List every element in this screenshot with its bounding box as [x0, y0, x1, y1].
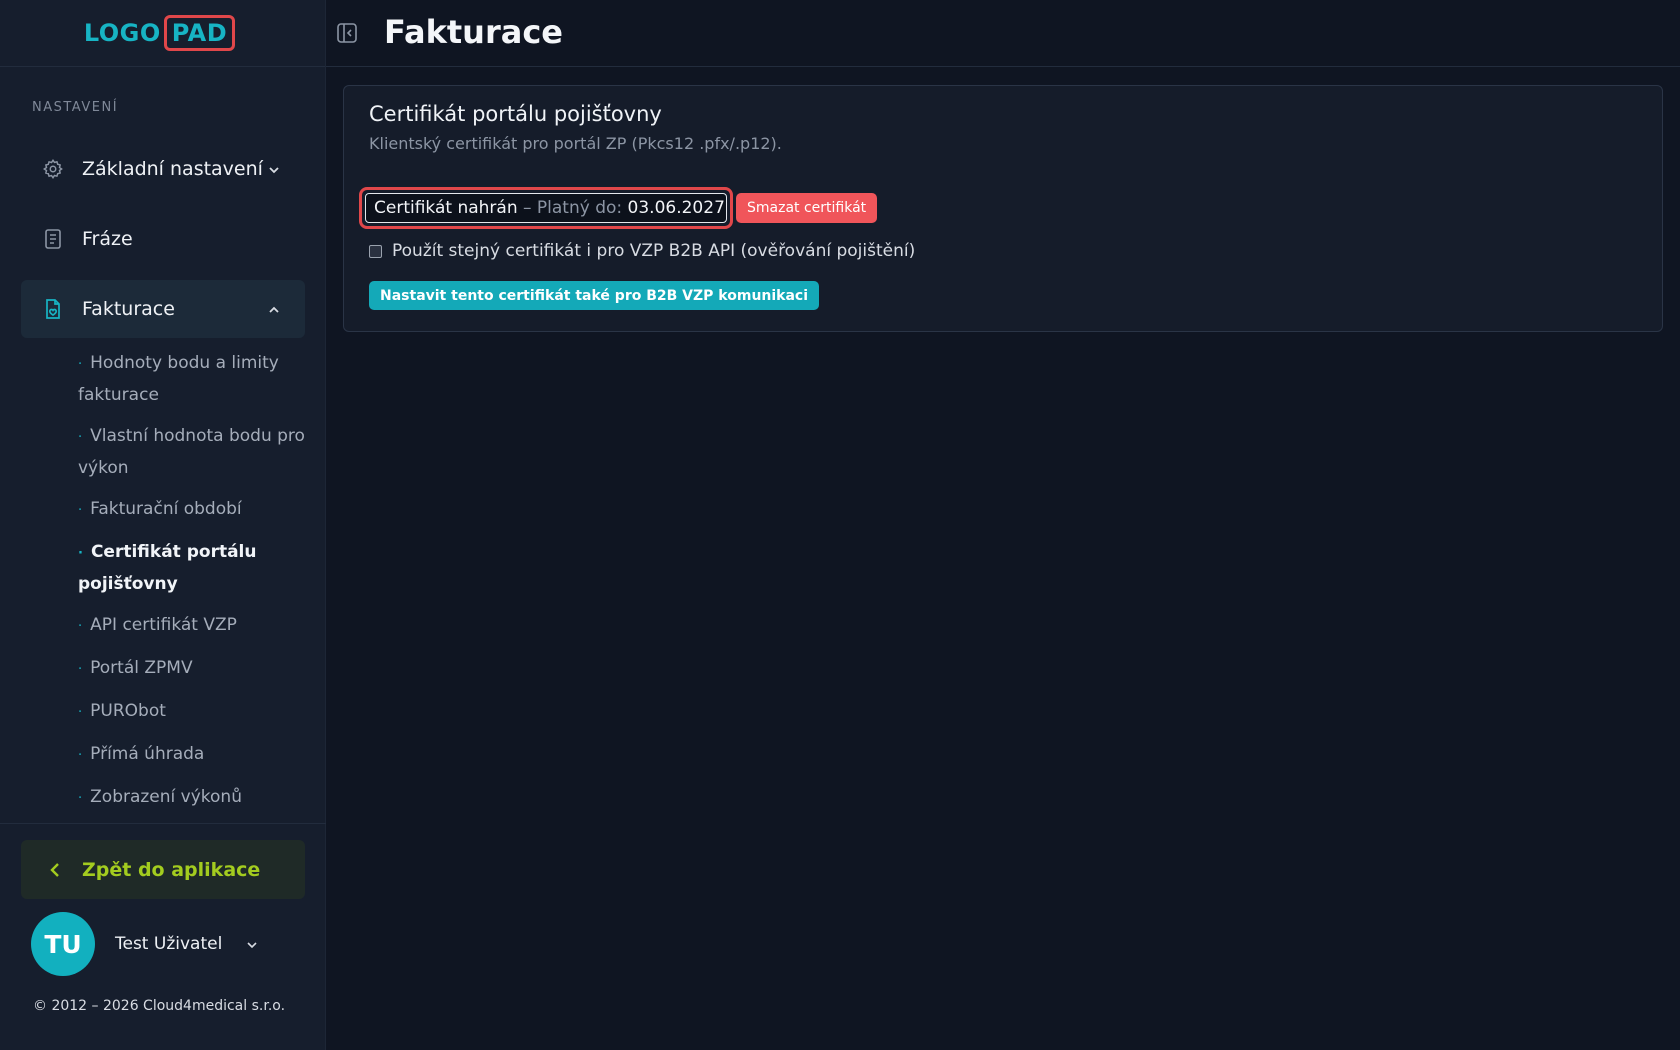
- bullet-dot: ·: [78, 748, 83, 763]
- bullet-dot: ·: [78, 430, 83, 445]
- chevron-up-icon: [267, 302, 281, 316]
- sidebar-item-label: Fráze: [82, 228, 133, 250]
- logo[interactable]: LOGO PAD: [83, 15, 236, 51]
- sidebar-subitem-fakturacni-obdobi[interactable]: · Fakturační období: [78, 494, 308, 526]
- chevron-down-icon: [245, 937, 259, 951]
- sidebar-item-fakturace[interactable]: Fakturace: [21, 280, 305, 338]
- card-subtitle: Klientský certifikát pro portál ZP (Pkcs…: [369, 134, 782, 153]
- bullet-dot: ·: [78, 546, 83, 561]
- user-name: Test Uživatel: [115, 934, 223, 954]
- fakturace-submenu: · Hodnoty bodu a limity fakturace · Vlastn…: [78, 348, 308, 825]
- logo-text: LOGO: [83, 19, 161, 47]
- document-icon: [42, 228, 64, 250]
- chevron-left-icon: [45, 860, 65, 880]
- same-cert-checkbox-label[interactable]: Použít stejný certifikát i pro VZP B2B A…: [392, 241, 915, 261]
- bullet-dot: ·: [78, 662, 83, 677]
- page-title: Fakturace: [384, 13, 563, 51]
- back-to-app-label: Zpět do aplikace: [82, 858, 261, 881]
- chevron-down-icon: [267, 162, 281, 176]
- certificate-status: Certifikát nahrán – Platný do: 03.06.202…: [359, 187, 733, 229]
- sidebar-subitem-hodnoty-bodu[interactable]: · Hodnoty bodu a limity fakturace: [78, 348, 308, 410]
- sidebar-item-fraze[interactable]: Fráze: [21, 210, 305, 268]
- sidebar-item-label: Fakturace: [82, 298, 175, 320]
- status-date: 03.06.2027: [627, 198, 725, 218]
- card-title: Certifikát portálu pojišťovny: [369, 102, 662, 126]
- avatar: TU: [31, 912, 95, 976]
- certificate-card: Certifikát portálu pojišťovny Klientský …: [343, 85, 1663, 332]
- sidebar-subitem-certifikat-portalu[interactable]: · Certifikát portálu pojišťovny: [78, 537, 308, 599]
- same-cert-checkbox-row[interactable]: Použít stejný certifikát i pro VZP B2B A…: [369, 241, 915, 261]
- same-cert-checkbox[interactable]: [369, 244, 382, 258]
- back-to-app-button[interactable]: Zpět do aplikace: [21, 840, 305, 899]
- bullet-dot: ·: [78, 619, 83, 634]
- copyright: © 2012 – 2026 Cloud4medical s.r.o.: [33, 998, 286, 1014]
- logo-pad-text: PAD: [163, 15, 236, 51]
- sidebar-subitem-purobot[interactable]: · PURObot: [78, 696, 308, 728]
- status-valid-label: – Platný do:: [517, 198, 628, 218]
- status-uploaded: Certifikát nahrán: [374, 198, 518, 218]
- gear-icon: [42, 158, 64, 180]
- sidebar-subitem-vlastni-hodnota[interactable]: · Vlastní hodnota bodu pro výkon: [78, 421, 308, 483]
- divider: [0, 823, 326, 824]
- set-b2b-certificate-button[interactable]: Nastavit tento certifikát také pro B2B V…: [369, 281, 820, 310]
- bullet-dot: ·: [78, 791, 83, 806]
- sidebar-item-zakladni-nastaveni[interactable]: Základní nastavení: [21, 140, 305, 198]
- sidebar: LOGO PAD NASTAVENÍ Základní nastavení Fr…: [0, 0, 326, 1050]
- certificate-status-inner: Certifikát nahrán – Platný do: 03.06.202…: [365, 193, 727, 223]
- sidebar-collapse-icon[interactable]: [336, 22, 358, 44]
- topbar: Fakturace: [326, 0, 1680, 67]
- sidebar-subitem-portal-zpmv[interactable]: · Portál ZPMV: [78, 653, 308, 685]
- bullet-dot: ·: [78, 357, 83, 372]
- sidebar-subitem-zobrazeni-vykonu[interactable]: · Zobrazení výkonů: [78, 782, 308, 814]
- logo-area: LOGO PAD: [0, 0, 325, 67]
- sidebar-item-label: Základní nastavení: [82, 158, 263, 180]
- user-menu[interactable]: TU Test Uživatel: [31, 912, 311, 976]
- section-label: NASTAVENÍ: [32, 100, 119, 115]
- bullet-dot: ·: [78, 503, 83, 518]
- bullet-dot: ·: [78, 705, 83, 720]
- invoice-icon: [42, 298, 64, 320]
- sidebar-subitem-prima-uhrada[interactable]: · Přímá úhrada: [78, 739, 308, 771]
- sidebar-subitem-api-certifikat[interactable]: · API certifikát VZP: [78, 610, 308, 642]
- delete-certificate-button[interactable]: Smazat certifikát: [736, 193, 878, 223]
